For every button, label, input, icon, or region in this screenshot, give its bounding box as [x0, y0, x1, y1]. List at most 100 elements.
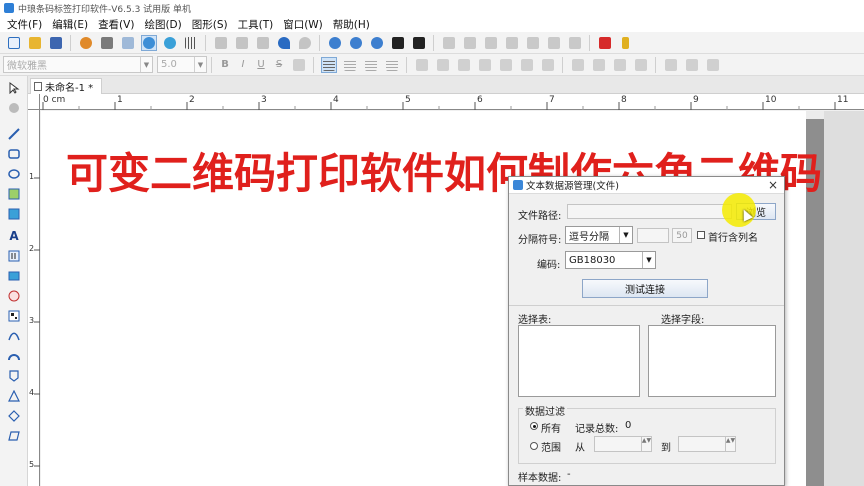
align-icon[interactable]	[483, 35, 499, 51]
close-icon[interactable]: ×	[768, 178, 778, 192]
align-left-icon[interactable]	[320, 56, 337, 73]
layout-icon[interactable]	[414, 57, 430, 73]
menu-draw[interactable]: 绘图(D)	[139, 17, 186, 32]
align-justify-icon[interactable]	[384, 57, 400, 73]
rectangle-tool-icon[interactable]	[6, 146, 22, 162]
align-center-icon[interactable]	[342, 57, 358, 73]
layout-icon[interactable]	[684, 57, 700, 73]
align-right-icon[interactable]	[363, 57, 379, 73]
font-size-select[interactable]: 5.0 ▼	[157, 56, 207, 73]
align-icon[interactable]	[462, 35, 478, 51]
pdf-icon[interactable]	[597, 35, 613, 51]
align-icon[interactable]	[504, 35, 520, 51]
separator-select[interactable]: 逗号分隔 ▼	[565, 226, 633, 244]
encoding-select[interactable]: GB18030 ▼	[565, 251, 656, 269]
layout-icon[interactable]	[519, 57, 535, 73]
custom-separator-input[interactable]	[637, 228, 669, 243]
print-icon[interactable]	[99, 35, 115, 51]
save-icon[interactable]	[48, 35, 64, 51]
italic-button[interactable]: I	[236, 59, 250, 70]
range-to-input[interactable]: ▲▼	[678, 436, 736, 452]
redo-icon[interactable]	[297, 35, 313, 51]
layout-icon[interactable]	[570, 57, 586, 73]
layout-icon[interactable]	[591, 57, 607, 73]
arc-tool-icon[interactable]	[6, 348, 22, 364]
text-color-icon[interactable]	[291, 57, 307, 73]
polygon-tool-icon[interactable]	[6, 368, 22, 384]
pointer-icon[interactable]	[6, 80, 22, 96]
layout-icon[interactable]	[633, 57, 649, 73]
align-icon[interactable]	[525, 35, 541, 51]
new-icon[interactable]	[6, 35, 22, 51]
layout-icon[interactable]	[705, 57, 721, 73]
qrcode-tool-icon[interactable]	[6, 308, 22, 324]
table-listbox[interactable]	[518, 325, 640, 397]
filter-all-radio[interactable]	[530, 422, 538, 430]
parallelogram-tool-icon[interactable]	[6, 428, 22, 444]
align-icon[interactable]	[567, 35, 583, 51]
layout-icon[interactable]	[612, 57, 628, 73]
curve-tool-icon[interactable]	[6, 328, 22, 344]
batch-icon[interactable]	[162, 35, 178, 51]
line-tool-icon[interactable]	[6, 126, 22, 142]
align-icon[interactable]	[546, 35, 562, 51]
image-tool-icon[interactable]	[6, 186, 22, 202]
battery-icon[interactable]	[618, 35, 634, 51]
underline-button[interactable]: U	[254, 59, 268, 70]
menu-help[interactable]: 帮助(H)	[328, 17, 375, 32]
menu-tools[interactable]: 工具(T)	[233, 17, 279, 32]
layout-icon[interactable]	[498, 57, 514, 73]
menu-window[interactable]: 窗口(W)	[278, 17, 328, 32]
database-icon[interactable]	[140, 34, 157, 51]
bold-button[interactable]: B	[218, 59, 232, 70]
ellipse-tool-icon[interactable]	[6, 166, 22, 182]
paste-icon[interactable]	[255, 35, 271, 51]
zoom-fit-icon[interactable]	[369, 35, 385, 51]
chevron-down-icon: ▼	[140, 57, 152, 72]
zoom-page-icon[interactable]	[390, 35, 406, 51]
menu-edit[interactable]: 编辑(E)	[47, 17, 93, 32]
align-icon[interactable]	[441, 35, 457, 51]
zoom-actual-icon[interactable]	[411, 35, 427, 51]
pan-icon[interactable]	[6, 100, 22, 116]
circle-tool-icon[interactable]	[6, 288, 22, 304]
layout-icon[interactable]	[477, 57, 493, 73]
cut-icon[interactable]	[213, 35, 229, 51]
grid-icon[interactable]	[183, 35, 199, 51]
undo-icon[interactable]	[276, 35, 292, 51]
rich-text-tool-icon[interactable]	[6, 268, 22, 284]
range-from-input[interactable]: ▲▼	[594, 436, 652, 452]
spinner-icon[interactable]: ▲▼	[641, 437, 651, 451]
first-row-checkbox[interactable]	[697, 231, 705, 239]
layout-icon[interactable]	[540, 57, 556, 73]
layout-icon[interactable]	[663, 57, 679, 73]
picture-tool-icon[interactable]	[6, 206, 22, 222]
menu-shape[interactable]: 图形(S)	[187, 17, 233, 32]
strike-button[interactable]: S	[272, 59, 286, 70]
file-path-label: 文件路径:	[518, 211, 562, 222]
vertical-ruler-ticks	[34, 177, 40, 467]
menu-file[interactable]: 文件(F)	[2, 17, 47, 32]
test-connection-button[interactable]: 测试连接	[582, 279, 708, 298]
tab-untitled-1[interactable]: 未命名-1 *	[30, 78, 103, 94]
menu-view[interactable]: 查看(V)	[93, 17, 139, 32]
field-listbox[interactable]	[648, 325, 776, 397]
toolbar-separator	[655, 56, 656, 73]
triangle-tool-icon[interactable]	[6, 388, 22, 404]
copy-icon[interactable]	[234, 35, 250, 51]
zoom-out-icon[interactable]	[348, 35, 364, 51]
file-path-input[interactable]	[567, 204, 732, 219]
diamond-tool-icon[interactable]	[6, 408, 22, 424]
layout-icon[interactable]	[456, 57, 472, 73]
zoom-in-icon[interactable]	[327, 35, 343, 51]
filter-range-radio[interactable]	[530, 442, 538, 450]
layout-icon[interactable]	[435, 57, 451, 73]
settings-icon[interactable]	[78, 35, 94, 51]
spinner-icon[interactable]: ▲▼	[725, 437, 735, 451]
print-preview-icon[interactable]	[120, 35, 136, 51]
barcode-tool-icon[interactable]	[6, 248, 22, 264]
text-tool-icon[interactable]: A	[6, 228, 22, 244]
separator-count[interactable]: 50	[672, 228, 692, 243]
font-name-select[interactable]: 微软雅黑 ▼	[3, 56, 153, 73]
open-icon[interactable]	[27, 35, 43, 51]
